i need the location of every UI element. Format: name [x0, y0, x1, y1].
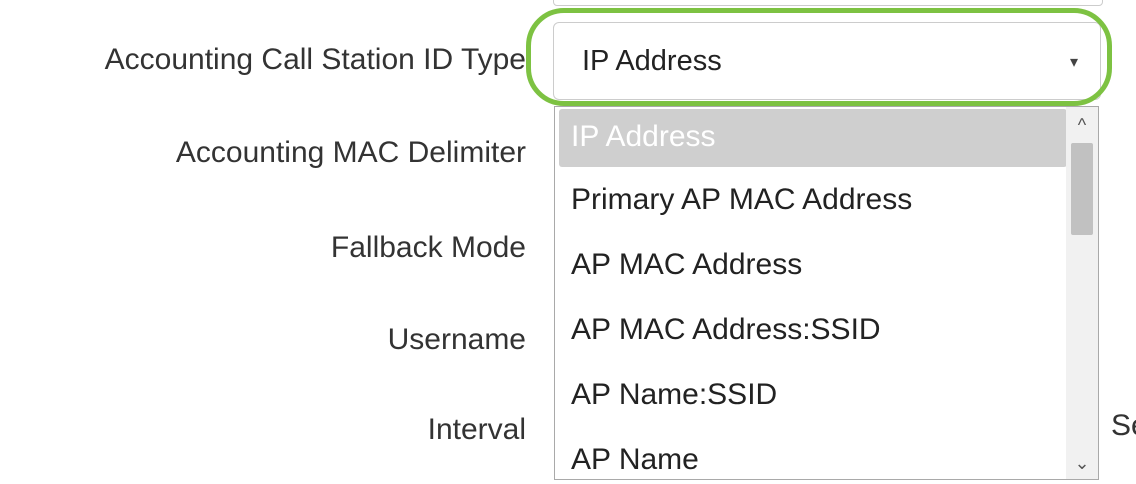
- label-interval: Interval: [427, 413, 526, 446]
- label-mac-delimiter: Accounting MAC Delimiter: [175, 136, 526, 169]
- call-station-id-type-select[interactable]: IP Address ▾: [553, 22, 1101, 100]
- scroll-down-icon[interactable]: ⌄: [1066, 449, 1098, 477]
- option-ap-mac-address-ssid[interactable]: AP MAC Address:SSID: [559, 297, 1067, 362]
- option-ip-address[interactable]: IP Address: [559, 109, 1067, 167]
- label-username: Username: [387, 323, 526, 356]
- dropdown-list[interactable]: IP Address Primary AP MAC Address AP MAC…: [554, 106, 1099, 480]
- dropdown-scrollbar[interactable]: ^ ⌄: [1066, 107, 1098, 479]
- scroll-up-icon[interactable]: ^: [1066, 111, 1098, 139]
- chevron-down-icon: ▾: [1069, 54, 1078, 71]
- label-call-station-id-type: Accounting Call Station ID Type: [104, 43, 526, 76]
- label-fallback-mode: Fallback Mode: [330, 231, 526, 264]
- previous-field-edge[interactable]: [553, 0, 1103, 6]
- option-ap-name[interactable]: AP Name: [559, 427, 1067, 479]
- settings-panel: Accounting Call Station ID Type Accounti…: [0, 0, 1136, 484]
- options-list: IP Address Primary AP MAC Address AP MAC…: [555, 107, 1067, 479]
- interval-unit-label: Se: [1111, 409, 1136, 442]
- select-current-value: IP Address: [582, 45, 722, 77]
- option-ap-name-ssid[interactable]: AP Name:SSID: [559, 362, 1067, 427]
- scroll-thumb[interactable]: [1071, 143, 1093, 235]
- option-primary-ap-mac-address[interactable]: Primary AP MAC Address: [559, 167, 1067, 232]
- option-ap-mac-address[interactable]: AP MAC Address: [559, 232, 1067, 297]
